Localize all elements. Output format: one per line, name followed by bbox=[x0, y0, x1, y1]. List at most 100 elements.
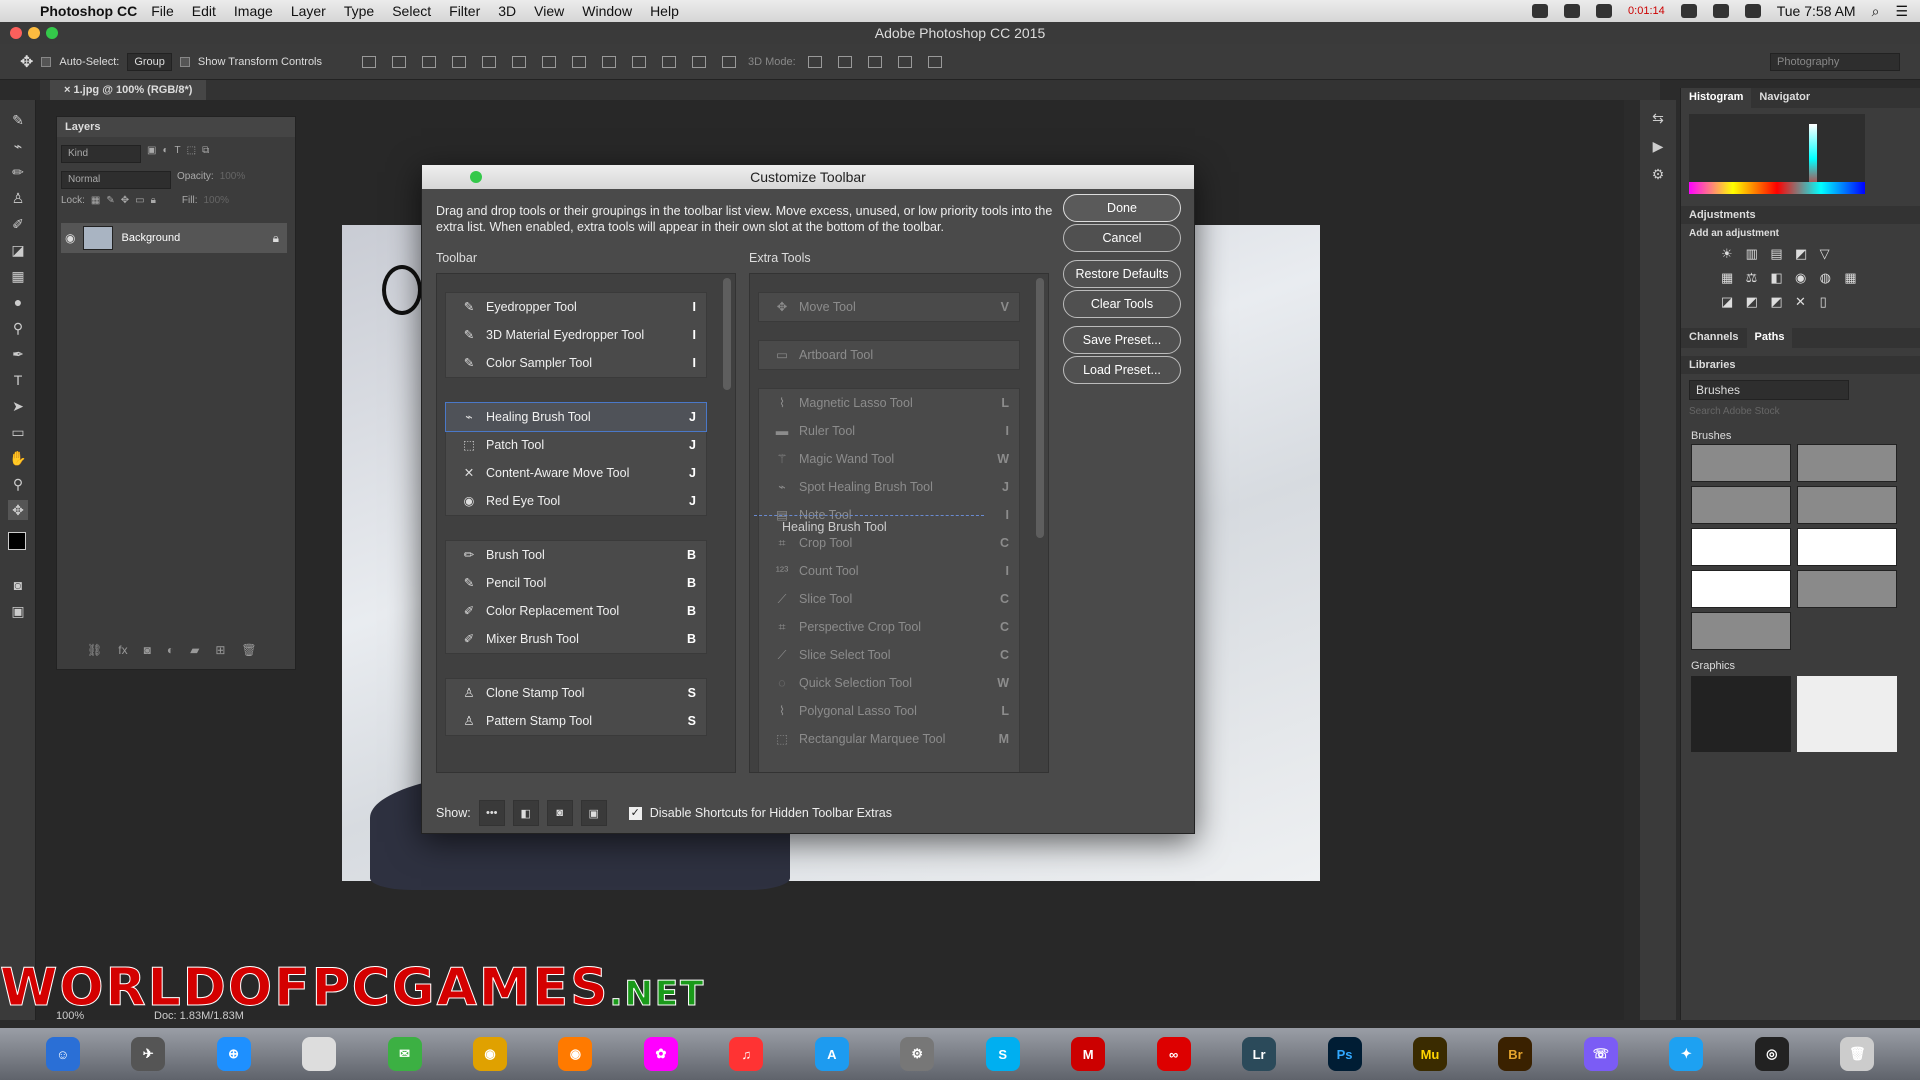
path-selection-tool-icon[interactable]: ➤ bbox=[8, 396, 28, 416]
new-layer-icon[interactable]: ⊞ bbox=[215, 643, 225, 657]
brush-thumbnail[interactable] bbox=[1797, 444, 1897, 482]
color-swatch-toggle-icon[interactable]: ◧ bbox=[512, 800, 539, 826]
lock-transparent-icon[interactable]: ▦ bbox=[91, 195, 100, 213]
disable-shortcuts-checkbox[interactable]: ✓ bbox=[628, 806, 642, 820]
move-tool-icon[interactable]: ✥ bbox=[20, 52, 33, 72]
done-button[interactable]: Done bbox=[1063, 194, 1181, 222]
tool-item[interactable]: ✐ Mixer Brush Tool B bbox=[446, 625, 706, 653]
graphic-thumbnail[interactable] bbox=[1691, 676, 1791, 752]
tool-item[interactable]: ♙ Clone Stamp Tool S bbox=[446, 679, 706, 707]
status-icon[interactable] bbox=[1564, 4, 1581, 18]
tool-group[interactable]: ⌇ Magnetic Lasso Tool L ▬ Ruler Tool I ⚚ Magi… bbox=[758, 388, 1020, 772]
tab-channels[interactable]: Channels bbox=[1681, 328, 1747, 348]
new-adjustment-icon[interactable]: ◐ bbox=[167, 643, 174, 657]
brush-thumbnail[interactable] bbox=[1691, 612, 1791, 650]
lock-all-icon[interactable]: 🔒︎ bbox=[151, 195, 156, 213]
viber-icon[interactable]: ☏ bbox=[1583, 1037, 1618, 1071]
new-group-icon[interactable]: ▰ bbox=[190, 643, 199, 657]
lock-position-icon[interactable]: ✥ bbox=[121, 195, 129, 213]
quick-mask-icon[interactable]: ◙ bbox=[8, 575, 28, 595]
safari-icon[interactable]: ⊕ bbox=[216, 1037, 251, 1071]
distribute-right-icon[interactable] bbox=[692, 55, 707, 68]
eyedropper-tool-icon[interactable]: ✎ bbox=[8, 110, 28, 130]
tab-paths[interactable]: Paths bbox=[1746, 328, 1793, 348]
cancel-button[interactable]: Cancel bbox=[1063, 224, 1181, 252]
menu-filter[interactable]: Filter bbox=[449, 3, 480, 19]
lock-artboard-icon[interactable]: ▭ bbox=[135, 195, 144, 213]
align-left-icon[interactable] bbox=[452, 55, 467, 68]
zoom-dialog-button[interactable] bbox=[470, 171, 482, 183]
tool-item[interactable]: ⌇ Polygonal Lasso Tool L bbox=[759, 697, 1019, 725]
menu-window[interactable]: Window bbox=[582, 3, 632, 19]
tool-group[interactable]: ▭ Artboard Tool bbox=[758, 340, 1020, 370]
photoshop-icon[interactable]: Ps bbox=[1327, 1037, 1362, 1071]
tool-item[interactable]: ◉ Red Eye Tool J bbox=[446, 487, 706, 515]
recording-timer[interactable]: 0:01:14 bbox=[1628, 5, 1665, 17]
quick-mask-toggle-icon[interactable]: ◙ bbox=[546, 800, 573, 826]
add-mask-icon[interactable]: ◙ bbox=[144, 643, 151, 657]
skype-icon[interactable]: S bbox=[985, 1037, 1020, 1071]
actions-panel-icon[interactable]: ▶ bbox=[1648, 136, 1668, 156]
align-middle-icon[interactable] bbox=[392, 55, 407, 68]
tool-item[interactable]: ⌇ Magnetic Lasso Tool L bbox=[759, 389, 1019, 417]
tool-item[interactable]: ✏ Brush Tool B bbox=[446, 541, 706, 569]
3d-orbit-icon[interactable] bbox=[807, 55, 822, 68]
menu-edit[interactable]: Edit bbox=[192, 3, 216, 19]
distribute-bottom-icon[interactable] bbox=[602, 55, 617, 68]
obs-icon[interactable]: ◎ bbox=[1754, 1037, 1789, 1071]
list-icon[interactable]: ☰ bbox=[1895, 3, 1908, 20]
graphic-thumbnail[interactable] bbox=[1797, 676, 1897, 752]
tool-item[interactable]: ✎ Eyedropper Tool I bbox=[446, 293, 706, 321]
transform-controls-checkbox[interactable] bbox=[179, 56, 190, 67]
posterize-icon[interactable]: ◩ bbox=[1746, 294, 1763, 310]
app-store-icon[interactable]: A bbox=[814, 1037, 849, 1071]
tool-item[interactable]: ⟋ Slice Select Tool C bbox=[759, 641, 1019, 669]
3d-slide-icon[interactable] bbox=[897, 55, 912, 68]
filter-type-icon[interactable]: T bbox=[175, 145, 181, 163]
menu-help[interactable]: Help bbox=[650, 3, 679, 19]
3d-roll-icon[interactable] bbox=[837, 55, 852, 68]
tool-item[interactable]: ✥ Move Tool V bbox=[759, 293, 1019, 321]
brush-thumbnail[interactable] bbox=[1691, 528, 1791, 566]
menubar-clock[interactable]: Tue 7:58 AM bbox=[1777, 3, 1856, 19]
layer-row[interactable]: ◉ Background 🔒︎ bbox=[61, 223, 287, 253]
bw-icon[interactable]: ◧ bbox=[1770, 270, 1787, 286]
3d-scale-icon[interactable] bbox=[927, 55, 942, 68]
trash-icon[interactable]: 🗑︎ bbox=[1840, 1037, 1875, 1071]
align-top-icon[interactable] bbox=[362, 55, 377, 68]
gradient-map-icon[interactable]: ▯ bbox=[1820, 294, 1837, 310]
3d-pan-icon[interactable] bbox=[867, 55, 882, 68]
align-bottom-icon[interactable] bbox=[422, 55, 437, 68]
menu-layer[interactable]: Layer bbox=[291, 3, 326, 19]
wifi-icon[interactable] bbox=[1712, 4, 1729, 18]
fill-value[interactable]: 100% bbox=[203, 195, 229, 213]
link-layers-icon[interactable]: ⛓ bbox=[87, 643, 102, 657]
levels-icon[interactable]: ▥ bbox=[1746, 246, 1763, 262]
stock-search-input[interactable]: Search Adobe Stock bbox=[1689, 406, 1909, 417]
tool-item[interactable]: ✕ Content-Aware Move Tool J bbox=[446, 459, 706, 487]
menu-image[interactable]: Image bbox=[234, 3, 273, 19]
align-center-icon[interactable] bbox=[482, 55, 497, 68]
brush-thumbnail[interactable] bbox=[1691, 486, 1791, 524]
workspace-dropdown[interactable]: Photography bbox=[1770, 52, 1900, 71]
brightness-icon[interactable]: ☀ bbox=[1721, 246, 1738, 262]
move-tool-icon[interactable]: ✥ bbox=[8, 500, 28, 520]
edit-toolbar-toggle-icon[interactable]: ••• bbox=[478, 800, 505, 826]
tool-item[interactable]: ⌁ Spot Healing Brush Tool J bbox=[759, 473, 1019, 501]
lightroom-icon[interactable]: Lr bbox=[1242, 1037, 1277, 1071]
type-tool-icon[interactable]: T bbox=[8, 370, 28, 390]
brush-thumbnail[interactable] bbox=[1691, 570, 1791, 608]
twitter-icon[interactable]: ✦ bbox=[1669, 1037, 1704, 1071]
curves-icon[interactable]: ▤ bbox=[1770, 246, 1787, 262]
layer-name[interactable]: Background bbox=[121, 232, 180, 244]
tab-histogram[interactable]: Histogram bbox=[1681, 88, 1752, 108]
blend-mode-dropdown[interactable]: Normal bbox=[61, 171, 171, 189]
zoom-window-button[interactable] bbox=[46, 27, 58, 39]
rectangle-tool-icon[interactable]: ▭ bbox=[8, 422, 28, 442]
filter-smart-icon[interactable]: ⧉ bbox=[202, 145, 209, 163]
brush-thumbnail[interactable] bbox=[1797, 570, 1897, 608]
tool-item[interactable]: ✎ 3D Material Eyedropper Tool I bbox=[446, 321, 706, 349]
brush-thumbnail[interactable] bbox=[1797, 486, 1897, 524]
mixer-icon[interactable]: ◍ bbox=[1820, 270, 1837, 286]
status-icon[interactable] bbox=[1596, 4, 1613, 18]
